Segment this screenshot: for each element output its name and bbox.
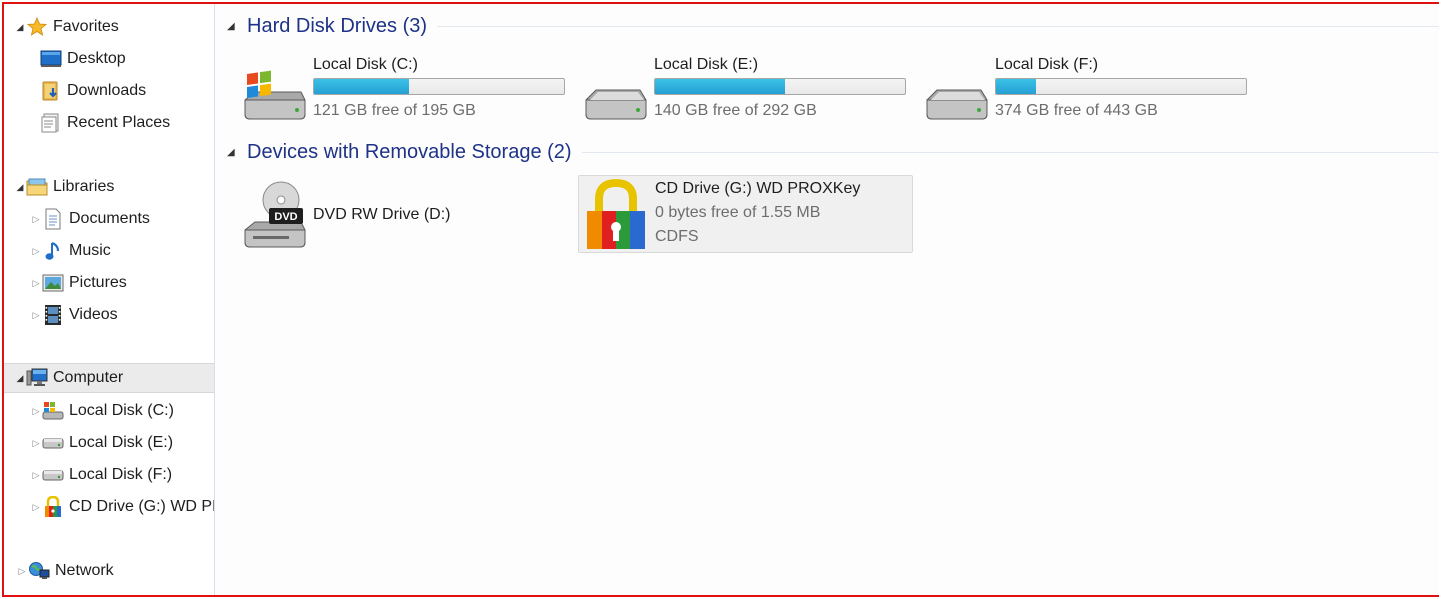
drive-name: CD Drive (G:) WD PROXKey (655, 180, 861, 197)
documents-icon (42, 208, 64, 230)
drive-usage-fill (314, 79, 409, 94)
nav-label: Libraries (53, 178, 115, 195)
group-header-hard-disk-drives[interactable]: ◢ Hard Disk Drives (3) (215, 12, 1439, 40)
hard-drive-icon (42, 432, 64, 454)
downloads-icon (40, 80, 62, 102)
drive-usage-bar (995, 78, 1247, 95)
drive-file-system: CDFS (655, 228, 699, 245)
collapse-arrow-icon[interactable]: ▷ (30, 502, 42, 513)
collapse-arrow-icon[interactable]: ▷ (16, 566, 28, 577)
nav-cd-drive-g[interactable]: ▷ CD Drive (G:) WD PR (30, 492, 215, 522)
hard-drive-icon (923, 64, 991, 128)
nav-label: Local Disk (E:) (69, 434, 174, 451)
group-header-removable-storage[interactable]: ◢ Devices with Removable Storage (2) (215, 138, 1439, 166)
drive-free-space: 0 bytes free of 1.55 MB (655, 204, 821, 221)
nav-label: Local Disk (F:) (69, 466, 173, 483)
nav-computer[interactable]: ◢ Computer (4, 363, 214, 393)
nav-local-disk-f[interactable]: ▷ Local Disk (F:) (30, 460, 214, 490)
nav-label: Favorites (53, 18, 119, 35)
group-title: Hard Disk Drives (3) (247, 14, 428, 37)
star-icon (26, 16, 48, 38)
drive-free-space: 121 GB free of 195 GB (313, 102, 476, 119)
drive-tile-dvd-d[interactable]: DVD DVD RW Drive (D:) (241, 180, 577, 258)
nav-label: Downloads (67, 82, 147, 99)
nav-desktop[interactable]: Desktop (40, 44, 214, 74)
drive-name: Local Disk (C:) (313, 56, 418, 73)
hard-drive-icon (42, 464, 64, 486)
drive-free-space: 374 GB free of 443 GB (995, 102, 1158, 119)
dvd-drive-icon: DVD (241, 180, 309, 248)
group-divider (437, 25, 1439, 27)
nav-label: Music (69, 242, 111, 259)
collapse-arrow-icon[interactable]: ▷ (30, 214, 42, 225)
pictures-icon (42, 272, 64, 294)
nav-music[interactable]: ▷ Music (30, 236, 214, 266)
nav-label: Documents (69, 210, 150, 227)
collapse-arrow-icon[interactable]: ▷ (30, 406, 42, 417)
expand-arrow-icon[interactable]: ◢ (14, 22, 26, 33)
drive-name: Local Disk (E:) (654, 56, 759, 73)
nav-videos[interactable]: ▷ Videos (30, 300, 214, 330)
nav-label: Computer (53, 369, 124, 386)
nav-libraries[interactable]: ◢ Libraries (14, 172, 214, 202)
nav-label: Network (55, 562, 114, 579)
group-title: Devices with Removable Storage (2) (247, 140, 572, 163)
drive-usage-bar (313, 78, 565, 95)
drive-tile-c[interactable]: Local Disk (C:) 121 GB free of 195 GB (241, 56, 577, 134)
drive-usage-fill (996, 79, 1036, 94)
nav-favorites[interactable]: ◢ Favorites (14, 12, 214, 42)
music-icon (42, 240, 64, 262)
computer-icon (26, 367, 48, 389)
expand-arrow-icon[interactable]: ◢ (14, 373, 26, 384)
nav-downloads[interactable]: Downloads (40, 76, 214, 106)
content-pane[interactable]: ◢ Hard Disk Drives (3) Local Disk (C:) 1… (215, 4, 1439, 595)
drive-name: DVD RW Drive (D:) (313, 206, 451, 223)
nav-local-disk-c[interactable]: ▷ Local Disk (C:) (30, 396, 214, 426)
nav-network[interactable]: ▷ Network (16, 556, 214, 586)
collapse-arrow-icon[interactable]: ▷ (30, 438, 42, 449)
windows-drive-icon (241, 64, 309, 128)
nav-label: Pictures (69, 274, 127, 291)
drive-usage-fill (655, 79, 785, 94)
expand-arrow-icon[interactable]: ◢ (14, 182, 26, 193)
windows-drive-icon (42, 400, 64, 422)
group-collapse-icon[interactable]: ◢ (227, 21, 239, 32)
nav-documents[interactable]: ▷ Documents (30, 204, 214, 234)
network-icon (28, 560, 50, 582)
drive-free-space: 140 GB free of 292 GB (654, 102, 817, 119)
group-divider (581, 151, 1439, 153)
drive-tile-cd-g[interactable]: CD Drive (G:) WD PROXKey 0 bytes free of… (578, 175, 913, 253)
drive-tile-f[interactable]: Local Disk (F:) 374 GB free of 443 GB (923, 56, 1259, 134)
nav-pictures[interactable]: ▷ Pictures (30, 268, 214, 298)
nav-label: Videos (69, 306, 118, 323)
collapse-arrow-icon[interactable]: ▷ (30, 310, 42, 321)
nav-label: CD Drive (G:) WD PR (69, 498, 215, 515)
libraries-icon (26, 176, 48, 198)
lock-drive-icon (585, 178, 647, 251)
desktop-icon (40, 48, 62, 70)
nav-label: Local Disk (C:) (69, 402, 174, 419)
nav-label: Desktop (67, 50, 126, 67)
drive-name: Local Disk (F:) (995, 56, 1099, 73)
dvd-icon-label: DVD (274, 211, 297, 223)
collapse-arrow-icon[interactable]: ▷ (30, 278, 42, 289)
hard-drive-icon (582, 64, 650, 128)
navigation-pane[interactable]: ◢ Favorites Desktop Downloads Recent Pla… (4, 4, 215, 595)
nav-label: Recent Places (67, 114, 171, 131)
group-collapse-icon[interactable]: ◢ (227, 147, 239, 158)
nav-local-disk-e[interactable]: ▷ Local Disk (E:) (30, 428, 214, 458)
recent-places-icon (40, 112, 62, 134)
lock-drive-icon (42, 496, 64, 518)
collapse-arrow-icon[interactable]: ▷ (30, 470, 42, 481)
drive-tile-e[interactable]: Local Disk (E:) 140 GB free of 292 GB (582, 56, 918, 134)
drive-usage-bar (654, 78, 906, 95)
videos-icon (42, 304, 64, 326)
nav-recent-places[interactable]: Recent Places (40, 108, 214, 138)
collapse-arrow-icon[interactable]: ▷ (30, 246, 42, 257)
